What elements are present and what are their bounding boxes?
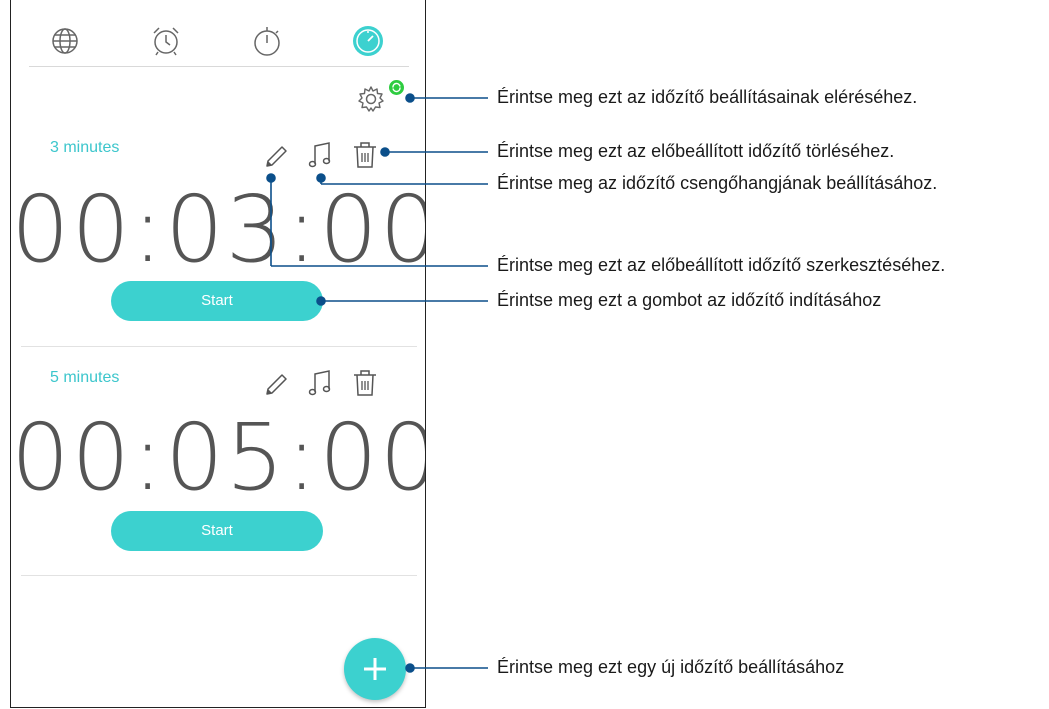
callout-edit: Érintse meg ezt az előbeállított időzítő… [497,255,946,275]
callout-delete: Érintse meg ezt az előbeállított időzítő… [497,141,895,161]
callout-settings: Érintse meg ezt az időzítő beállításaina… [497,87,918,107]
callout-ringtone: Érintse meg az időzítő csengőhangjának b… [497,173,938,193]
callout-add: Érintse meg ezt egy új időzítő beállítás… [497,657,845,677]
callout-start: Érintse meg ezt a gombot az időzítő indí… [497,290,882,310]
